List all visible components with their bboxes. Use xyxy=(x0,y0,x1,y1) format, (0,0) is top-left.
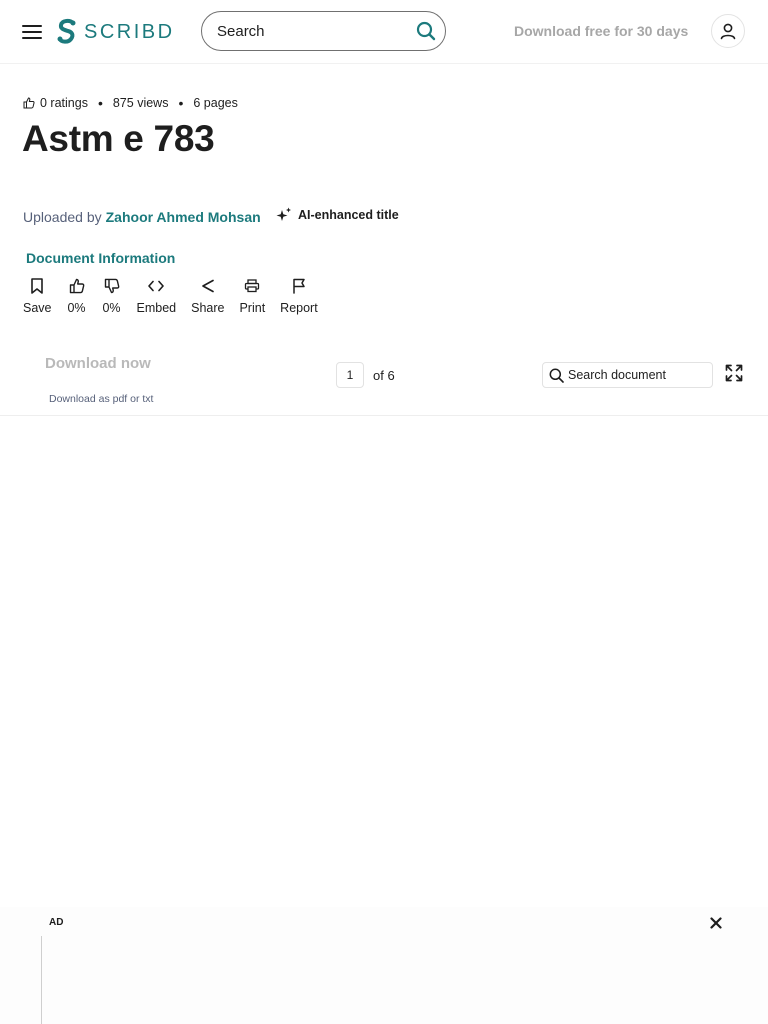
top-header: SCRIBD Download free for 30 days xyxy=(0,0,768,64)
document-title: Astm e 783 xyxy=(22,118,215,159)
flag-icon xyxy=(289,277,309,295)
uploaded-by-label: Uploaded by xyxy=(23,209,102,225)
report-button[interactable]: Report xyxy=(280,277,318,315)
printer-icon xyxy=(242,277,262,295)
thumbs-up-icon xyxy=(67,277,87,295)
document-search-input[interactable] xyxy=(568,368,708,382)
user-icon xyxy=(720,23,736,40)
document-actions: Save 0% 0% Embed Share Print Report xyxy=(23,277,333,315)
document-viewer[interactable] xyxy=(0,417,768,907)
bookmark-icon xyxy=(27,277,47,295)
search-button[interactable] xyxy=(416,19,436,43)
document-information-link[interactable]: Document Information xyxy=(26,250,175,266)
upvote-button[interactable]: 0% xyxy=(67,277,87,315)
upvote-percent: 0% xyxy=(67,301,86,315)
page-total: of 6 xyxy=(373,368,395,383)
share-label: Share xyxy=(191,301,225,315)
separator-dot: • xyxy=(97,95,103,111)
save-button[interactable]: Save xyxy=(23,277,52,315)
scribd-logo[interactable]: SCRIBD xyxy=(56,16,175,48)
search-icon xyxy=(549,368,564,383)
download-now-button[interactable]: Download now xyxy=(45,355,151,372)
close-icon xyxy=(710,917,722,929)
download-format-link[interactable]: Download as pdf or txt xyxy=(49,393,153,405)
author-link[interactable]: Zahoor Ahmed Mohsan xyxy=(106,209,261,225)
ai-enhanced-label: AI-enhanced title xyxy=(298,208,399,222)
pages-count: 6 pages xyxy=(193,96,238,110)
uploader-info: Uploaded by Zahoor Ahmed Mohsan xyxy=(23,209,261,225)
search-bar xyxy=(201,11,446,51)
embed-label: Embed xyxy=(136,301,177,315)
page-number-input[interactable]: 1 xyxy=(336,362,364,388)
account-button[interactable] xyxy=(711,14,745,48)
search-input[interactable] xyxy=(217,22,416,40)
ad-banner: AD xyxy=(0,907,768,1024)
thumbs-down-icon xyxy=(102,277,122,295)
menu-button[interactable] xyxy=(20,20,44,44)
logo-text: SCRIBD xyxy=(84,20,175,43)
downvote-percent: 0% xyxy=(102,301,121,315)
document-stats: 0 ratings • 875 views • 6 pages xyxy=(23,95,238,111)
fullscreen-button[interactable] xyxy=(724,363,744,383)
report-label: Report xyxy=(280,301,318,315)
thumbs-up-icon xyxy=(23,97,35,109)
ratings-count: 0 ratings xyxy=(40,96,88,110)
sparkle-icon xyxy=(276,207,291,221)
print-button[interactable]: Print xyxy=(239,277,265,315)
search-icon xyxy=(416,21,436,41)
hamburger-icon xyxy=(22,25,42,39)
views-count: 875 views xyxy=(112,96,169,110)
print-label: Print xyxy=(239,301,266,315)
document-toolbar: Download now Download as pdf or txt 1 of… xyxy=(0,345,768,416)
ai-enhanced-badge: AI-enhanced title xyxy=(276,207,399,223)
close-ad-button[interactable] xyxy=(706,913,726,933)
share-icon xyxy=(198,277,218,295)
ad-label: AD xyxy=(49,917,64,928)
share-button[interactable]: Share xyxy=(191,277,224,315)
scribd-logo-icon xyxy=(57,18,76,44)
downvote-button[interactable]: 0% xyxy=(102,277,122,315)
expand-icon xyxy=(725,364,743,382)
ad-divider xyxy=(41,936,42,1024)
save-label: Save xyxy=(23,301,52,315)
separator-dot: • xyxy=(178,95,184,111)
document-search-bar xyxy=(542,362,713,388)
embed-button[interactable]: Embed xyxy=(136,277,177,315)
free-trial-link[interactable]: Download free for 30 days xyxy=(514,23,688,39)
code-icon xyxy=(146,277,166,295)
